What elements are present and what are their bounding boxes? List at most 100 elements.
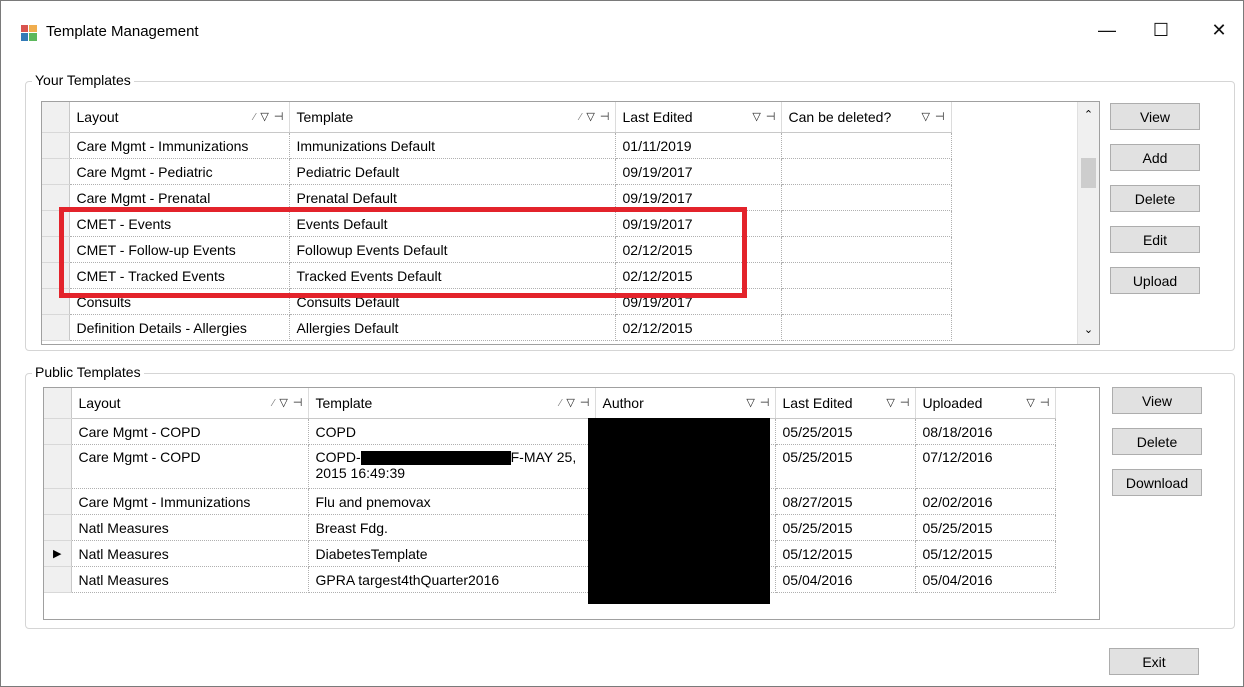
column-header-uploaded[interactable]: Uploaded ▽ ⊣ [915, 388, 1056, 419]
cell-template[interactable]: Pediatric Default [289, 158, 616, 185]
maximize-button[interactable]: ☐ [1138, 15, 1184, 45]
chevron-up-icon[interactable]: ⌃ [1078, 108, 1099, 121]
table-row[interactable]: Natl Measures GPRA targest4thQuarter2016… [44, 566, 1056, 593]
cell-layout[interactable]: Definition Details - Allergies [69, 314, 290, 341]
cell-layout[interactable]: Care Mgmt - Prenatal [69, 184, 290, 211]
cell-layout[interactable]: Care Mgmt - COPD [71, 444, 309, 489]
cell-last-edited[interactable]: 02/12/2015 [615, 236, 782, 263]
cell-layout[interactable]: Natl Measures [71, 540, 309, 567]
table-row[interactable]: Care Mgmt - Pediatric Pediatric Default … [42, 158, 1083, 185]
row-header[interactable] [42, 132, 70, 159]
column-header-template[interactable]: Template ⁄ ▽ ⊣ [308, 388, 596, 419]
row-header[interactable] [42, 262, 70, 289]
table-row[interactable]: Definition Details - Allergies Allergies… [42, 314, 1083, 341]
cell-uploaded[interactable]: 05/25/2015 [915, 514, 1056, 541]
cell-template[interactable]: Flu and pnemovax [308, 488, 596, 515]
table-row[interactable]: Care Mgmt - Prenatal Prenatal Default 09… [42, 184, 1083, 211]
table-row[interactable]: Care Mgmt - Immunizations Flu and pnemov… [44, 488, 1056, 515]
cell-can-be-deleted[interactable] [781, 210, 952, 237]
cell-template[interactable]: COPD [308, 418, 596, 445]
chevron-down-icon[interactable]: ⌄ [1078, 323, 1099, 336]
row-header[interactable] [42, 236, 70, 263]
table-row[interactable]: CMET - Tracked Events Tracked Events Def… [42, 262, 1083, 289]
cell-last-edited[interactable]: 09/19/2017 [615, 158, 782, 185]
cell-last-edited[interactable]: 05/25/2015 [775, 514, 916, 541]
cell-layout[interactable]: CMET - Tracked Events [69, 262, 290, 289]
row-header[interactable] [42, 288, 70, 315]
table-row[interactable]: CMET - Events Events Default 09/19/2017 [42, 210, 1083, 237]
cell-uploaded[interactable]: 05/12/2015 [915, 540, 1056, 567]
cell-uploaded[interactable]: 08/18/2016 [915, 418, 1056, 445]
filter-pin-icon[interactable]: ⁄ ▽ ⊣ [254, 110, 285, 123]
cell-layout[interactable]: Natl Measures [71, 566, 309, 593]
table-row[interactable]: CMET - Follow-up Events Followup Events … [42, 236, 1083, 263]
row-header[interactable] [44, 488, 72, 515]
filter-pin-icon[interactable]: ▽ ⊣ [746, 396, 770, 409]
cell-template[interactable]: Tracked Events Default [289, 262, 616, 289]
table-row[interactable]: Consults Consults Default 09/19/2017 [42, 288, 1083, 315]
public-view-button[interactable]: View [1112, 387, 1202, 414]
cell-uploaded[interactable]: 05/04/2016 [915, 566, 1056, 593]
cell-can-be-deleted[interactable] [781, 288, 952, 315]
filter-pin-icon[interactable]: ▽ ⊣ [752, 110, 776, 123]
cell-template[interactable]: DiabetesTemplate [308, 540, 596, 567]
cell-layout[interactable]: Care Mgmt - COPD [71, 418, 309, 445]
row-header[interactable] [42, 314, 70, 341]
cell-layout[interactable]: Consults [69, 288, 290, 315]
filter-pin-icon[interactable]: ▽ ⊣ [886, 396, 910, 409]
cell-last-edited[interactable]: 08/27/2015 [775, 488, 916, 515]
table-row[interactable]: Care Mgmt - COPD COPD 05/25/2015 08/18/2… [44, 418, 1056, 445]
public-templates-grid[interactable]: Layout ⁄ ▽ ⊣ Template ⁄ ▽ ⊣ Author ▽ ⊣ Last E… [43, 387, 1100, 620]
row-header[interactable] [44, 514, 72, 541]
column-header-author[interactable]: Author ▽ ⊣ [595, 388, 776, 419]
cell-last-edited[interactable]: 09/19/2017 [615, 288, 782, 315]
cell-can-be-deleted[interactable] [781, 132, 952, 159]
column-header-can-be-deleted[interactable]: Can be deleted? ▽ ⊣ [781, 102, 952, 133]
scrollbar-thumb[interactable] [1081, 158, 1096, 188]
minimize-button[interactable]: — [1084, 15, 1130, 45]
column-header-layout[interactable]: Layout ⁄ ▽ ⊣ [69, 102, 290, 133]
close-button[interactable]: ✕ [1196, 15, 1242, 45]
cell-layout[interactable]: CMET - Events [69, 210, 290, 237]
cell-last-edited[interactable]: 05/04/2016 [775, 566, 916, 593]
cell-template[interactable]: GPRA targest4thQuarter2016 [308, 566, 596, 593]
row-header[interactable] [44, 566, 72, 593]
your-delete-button[interactable]: Delete [1110, 185, 1200, 212]
cell-template[interactable]: Immunizations Default [289, 132, 616, 159]
cell-can-be-deleted[interactable] [781, 314, 952, 341]
filter-pin-icon[interactable]: ▽ ⊣ [1026, 396, 1050, 409]
cell-template[interactable]: COPD- F-MAY 25, 2015 16:49:39 [308, 444, 596, 489]
table-row[interactable]: Natl Measures Breast Fdg. 05/25/2015 05/… [44, 514, 1056, 541]
filter-pin-icon[interactable]: ⁄ ▽ ⊣ [560, 396, 591, 409]
cell-template[interactable]: Prenatal Default [289, 184, 616, 211]
cell-layout[interactable]: Care Mgmt - Pediatric [69, 158, 290, 185]
cell-last-edited[interactable]: 05/12/2015 [775, 540, 916, 567]
cell-can-be-deleted[interactable] [781, 262, 952, 289]
cell-last-edited[interactable]: 05/25/2015 [775, 444, 916, 489]
table-row-current[interactable]: ▶ Natl Measures DiabetesTemplate 05/12/2… [44, 540, 1056, 567]
filter-pin-icon[interactable]: ⁄ ▽ ⊣ [580, 110, 611, 123]
row-header[interactable] [42, 158, 70, 185]
cell-uploaded[interactable]: 02/02/2016 [915, 488, 1056, 515]
cell-template[interactable]: Allergies Default [289, 314, 616, 341]
column-header-last-edited[interactable]: Last Edited ▽ ⊣ [775, 388, 916, 419]
your-templates-scrollbar[interactable]: ⌃ ⌄ [1077, 102, 1099, 344]
cell-can-be-deleted[interactable] [781, 236, 952, 263]
row-header[interactable] [42, 210, 70, 237]
row-header[interactable] [44, 418, 72, 445]
cell-last-edited[interactable]: 02/12/2015 [615, 262, 782, 289]
cell-last-edited[interactable]: 01/11/2019 [615, 132, 782, 159]
filter-pin-icon[interactable]: ▽ ⊣ [922, 110, 946, 123]
filter-pin-icon[interactable]: ⁄ ▽ ⊣ [273, 396, 304, 409]
public-delete-button[interactable]: Delete [1112, 428, 1202, 455]
edit-button[interactable]: Edit [1110, 226, 1200, 253]
cell-last-edited[interactable]: 02/12/2015 [615, 314, 782, 341]
your-view-button[interactable]: View [1110, 103, 1200, 130]
cell-template[interactable]: Breast Fdg. [308, 514, 596, 541]
row-header[interactable] [44, 444, 72, 489]
row-header[interactable] [42, 184, 70, 211]
cell-can-be-deleted[interactable] [781, 184, 952, 211]
row-header[interactable]: ▶ [44, 540, 72, 567]
column-header-template[interactable]: Template ⁄ ▽ ⊣ [289, 102, 616, 133]
cell-can-be-deleted[interactable] [781, 158, 952, 185]
